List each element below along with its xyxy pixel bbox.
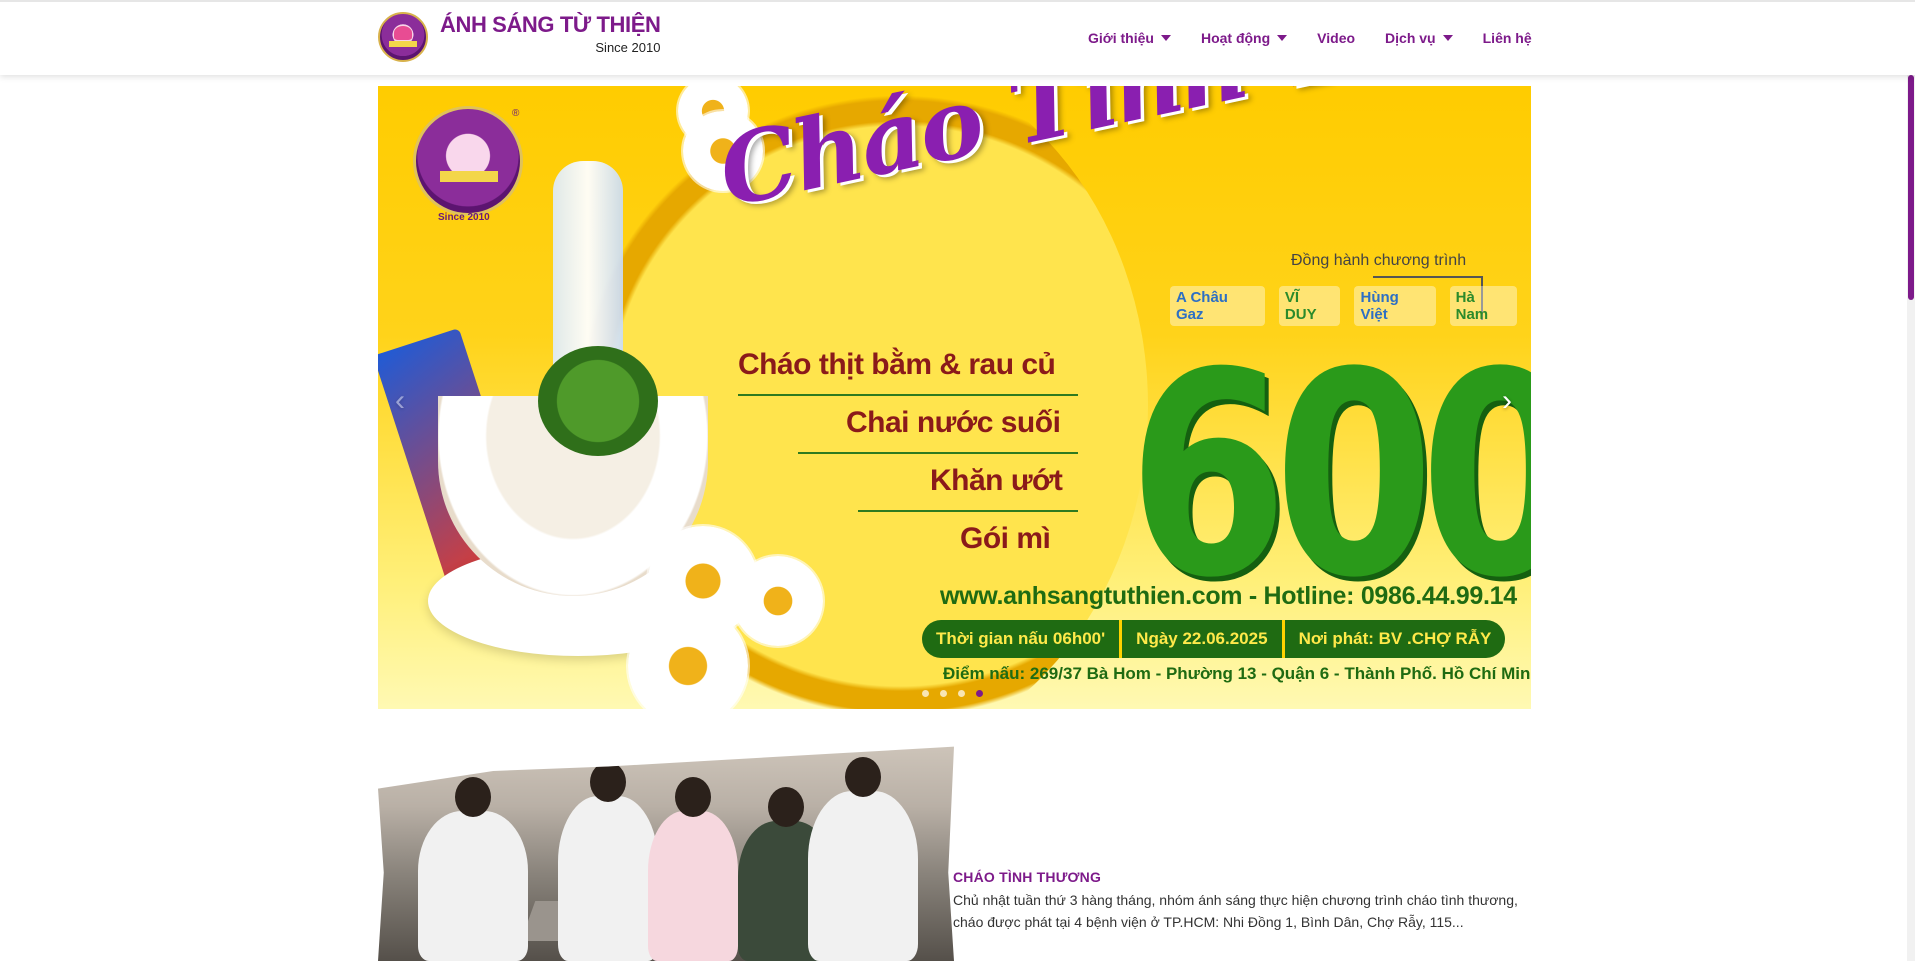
chevron-right-icon[interactable]: › bbox=[1493, 386, 1521, 416]
lotus-icon bbox=[394, 26, 412, 40]
volunteers-photo[interactable] bbox=[378, 746, 954, 961]
nav-lien-he[interactable]: Liên hệ bbox=[1483, 30, 1532, 46]
carousel-dot-2[interactable] bbox=[940, 690, 947, 697]
menu-item: Khăn ướt bbox=[930, 464, 1063, 497]
menu-divider bbox=[738, 394, 1078, 396]
cooking-address: Điểm nấu: 269/37 Bà Hom - Phường 13 - Qu… bbox=[943, 664, 1531, 683]
photo-person bbox=[558, 762, 658, 961]
herbs-image bbox=[538, 346, 658, 456]
nav-hoat-dong[interactable]: Hoạt động bbox=[1200, 30, 1288, 46]
caret-down-icon bbox=[1442, 35, 1453, 41]
site-logo-link[interactable]: ÁNH SÁNG TỪ THIỆN Since 2010 bbox=[378, 12, 661, 62]
photo-person-head bbox=[590, 762, 626, 802]
carousel-indicators bbox=[922, 690, 994, 697]
sponsor-heading: Đồng hành chương trình bbox=[1291, 252, 1467, 269]
photo-person bbox=[648, 777, 738, 961]
logo-badge-icon bbox=[378, 12, 428, 62]
carousel-dot-3[interactable] bbox=[958, 690, 965, 697]
nav-label: Giới thiệu bbox=[1088, 30, 1154, 46]
photo-person-head bbox=[675, 777, 711, 817]
page: ÁNH SÁNG TỪ THIỆN Since 2010 Giới thiệu … bbox=[0, 0, 1915, 961]
caret-down-icon bbox=[1277, 35, 1288, 41]
nav-label: Dịch vụ bbox=[1385, 30, 1436, 46]
nav-label: Video bbox=[1317, 30, 1356, 46]
website-hotline: www.anhsangtuthien.com - Hotline: 0986.4… bbox=[940, 582, 1517, 610]
date-pill: Ngày 22.06.2025 bbox=[1122, 620, 1285, 658]
banner-logo-band bbox=[440, 171, 498, 182]
event-info-bar: Thời gian nấu 06h00' Ngày 22.06.2025 Nơi… bbox=[922, 620, 1506, 658]
feature-description: Chủ nhật tuần thứ 3 hàng tháng, nhóm ánh… bbox=[953, 892, 1518, 930]
location-pill: Nơi phát: BV .CHỢ RẪY bbox=[1298, 629, 1492, 648]
carousel-dot-4[interactable] bbox=[976, 690, 983, 697]
main-nav: Giới thiệu Hoạt động Video Dịch vụ Liên … bbox=[1088, 30, 1532, 46]
cook-time-pill: Thời gian nấu 06h00' bbox=[922, 620, 1123, 658]
menu-item: Gói mì bbox=[960, 522, 1051, 555]
carousel-dot-1[interactable] bbox=[922, 690, 929, 697]
banner-logo bbox=[413, 106, 523, 216]
menu-divider bbox=[798, 452, 1078, 454]
menu-item: Chai nước suối bbox=[846, 406, 1061, 439]
registered-mark: ® bbox=[512, 108, 520, 119]
caret-down-icon bbox=[1160, 35, 1171, 41]
nav-label: Hoạt động bbox=[1200, 30, 1271, 46]
photo-person-head bbox=[455, 777, 491, 817]
banner-since: Since 2010 bbox=[438, 212, 490, 223]
nav-dich-vu[interactable]: Dịch vụ bbox=[1385, 30, 1453, 46]
site-header: ÁNH SÁNG TỪ THIỆN Since 2010 Giới thiệu … bbox=[0, 0, 1915, 75]
menu-item: Cháo thịt bằm & rau củ bbox=[738, 348, 1056, 381]
logo-band bbox=[389, 41, 417, 47]
photo-person bbox=[808, 757, 918, 961]
nav-label: Liên hệ bbox=[1482, 30, 1532, 46]
site-title: ÁNH SÁNG TỪ THIỆN bbox=[440, 12, 661, 37]
nav-video[interactable]: Video bbox=[1317, 30, 1355, 46]
hero-carousel: ® Since 2010 Cháo Tình Thương Đồng hành … bbox=[378, 86, 1531, 709]
feature-title[interactable]: CHÁO TÌNH THƯƠNG bbox=[953, 869, 1101, 885]
site-since: Since 2010 bbox=[595, 40, 661, 55]
menu-divider bbox=[858, 510, 1078, 512]
photo-person bbox=[418, 777, 528, 961]
daisy-icon bbox=[733, 556, 823, 646]
chevron-left-icon[interactable]: ‹ bbox=[386, 386, 414, 416]
scrollbar-thumb[interactable] bbox=[1908, 75, 1914, 300]
photo-person-head bbox=[845, 757, 881, 797]
logo-text: ÁNH SÁNG TỪ THIỆN Since 2010 bbox=[440, 12, 661, 55]
nav-gioi-thieu[interactable]: Giới thiệu bbox=[1088, 30, 1171, 46]
photo-person-head bbox=[767, 787, 804, 827]
